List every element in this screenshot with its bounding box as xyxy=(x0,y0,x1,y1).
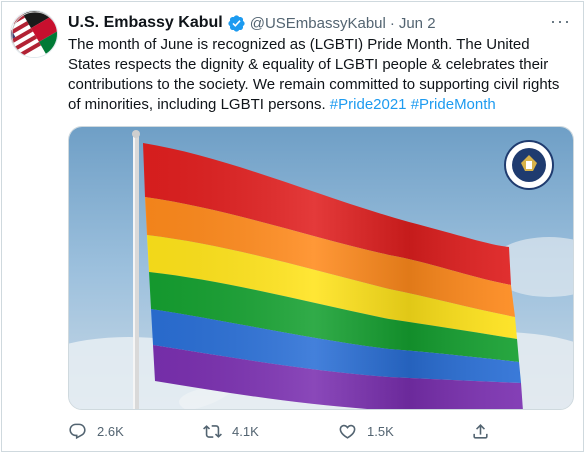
tweet-actions: 2.6K 4.1K 1.5K xyxy=(68,422,568,444)
share-icon xyxy=(473,424,488,439)
retweet-count: 4.1K xyxy=(232,424,259,439)
heart-icon xyxy=(339,424,356,439)
display-name[interactable]: U.S. Embassy Kabul xyxy=(68,14,223,32)
reply-count: 2.6K xyxy=(97,424,124,439)
share-button[interactable] xyxy=(471,422,500,441)
tweet-header: U.S. Embassy Kabul @USEmbassyKabul · Jun… xyxy=(68,11,573,35)
user-handle[interactable]: @USEmbassyKabul xyxy=(250,15,386,32)
like-count: 1.5K xyxy=(367,424,394,439)
retweet-button[interactable]: 4.1K xyxy=(203,422,259,441)
more-options-icon[interactable]: ··· xyxy=(550,11,571,31)
avatar[interactable] xyxy=(10,10,58,58)
tweet-text: The month of June is recognized as (LGBT… xyxy=(68,35,573,115)
pride-flag-photo xyxy=(69,127,573,409)
like-button[interactable]: 1.5K xyxy=(338,422,394,441)
tweet-card[interactable]: U.S. Embassy Kabul @USEmbassyKabul · Jun… xyxy=(1,1,584,452)
tweet-media-image[interactable] xyxy=(68,126,574,410)
retweet-icon xyxy=(203,425,222,438)
tweet-date[interactable]: Jun 2 xyxy=(399,15,436,32)
hashtag-pride2021[interactable]: #Pride2021 xyxy=(330,96,407,113)
hashtag-pridemonth[interactable]: #PrideMonth xyxy=(411,96,496,113)
verified-badge-icon xyxy=(228,14,245,32)
embassy-avatar-image xyxy=(11,11,57,57)
separator-dot: · xyxy=(389,14,395,32)
reply-button[interactable]: 2.6K xyxy=(68,422,124,441)
reply-icon xyxy=(69,423,86,440)
